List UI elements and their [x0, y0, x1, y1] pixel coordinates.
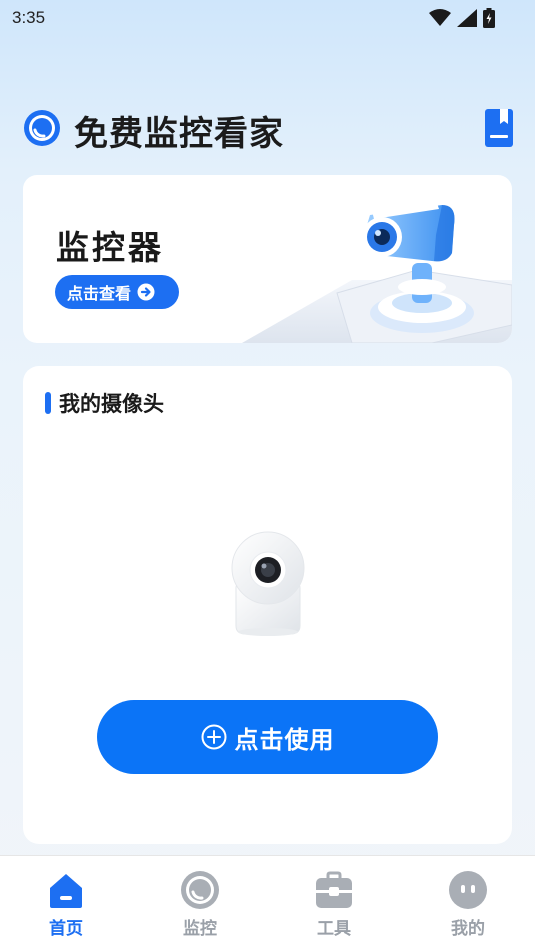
- nav-item-monitor[interactable]: 监控: [160, 870, 240, 946]
- app-title: 免费监控看家: [74, 114, 284, 154]
- signal-icon: [457, 9, 477, 27]
- my-cameras-card: 我的摄像头 点击使用: [23, 366, 512, 844]
- view-button-label: 点击查看: [67, 284, 132, 303]
- section-title: 我的摄像头: [45, 390, 164, 416]
- profile-icon: [449, 871, 487, 909]
- nav-label-profile: 我的: [451, 919, 485, 939]
- nav-label-tools: 工具: [317, 919, 351, 939]
- home-icon: [50, 874, 82, 908]
- home-camera-illustration: [231, 531, 305, 636]
- security-camera-illustration: [242, 203, 512, 343]
- nav-item-tools[interactable]: 工具: [294, 870, 374, 946]
- banner-title: 监控器: [56, 228, 164, 267]
- nav-item-profile[interactable]: 我的: [428, 870, 508, 946]
- arrow-right-icon: [137, 283, 155, 301]
- battery-icon: [483, 8, 495, 28]
- nav-label-home: 首页: [49, 919, 83, 939]
- monitor-banner[interactable]: 监控器 点击查看: [23, 175, 512, 343]
- toolbox-icon: [316, 871, 352, 908]
- nav-item-home[interactable]: 首页: [26, 870, 106, 946]
- use-button-label: 点击使用: [234, 725, 335, 754]
- status-time: 3:35: [12, 8, 46, 27]
- status-bar: 3:35: [0, 0, 535, 38]
- section-accent-bar: [45, 392, 51, 414]
- use-button[interactable]: 点击使用: [97, 700, 438, 774]
- view-button[interactable]: 点击查看: [55, 275, 179, 309]
- nav-label-monitor: 监控: [183, 919, 217, 939]
- status-icons: [429, 8, 495, 28]
- section-title-label: 我的摄像头: [59, 392, 164, 416]
- app-header: 免费监控看家: [22, 104, 514, 154]
- monitor-icon: [181, 871, 219, 909]
- plus-circle-icon: [201, 724, 226, 750]
- book-icon[interactable]: [484, 108, 514, 148]
- camera-lens-icon: [24, 110, 60, 146]
- wifi-icon: [429, 9, 451, 26]
- bottom-nav: 首页 监控 工具 我的: [0, 855, 535, 951]
